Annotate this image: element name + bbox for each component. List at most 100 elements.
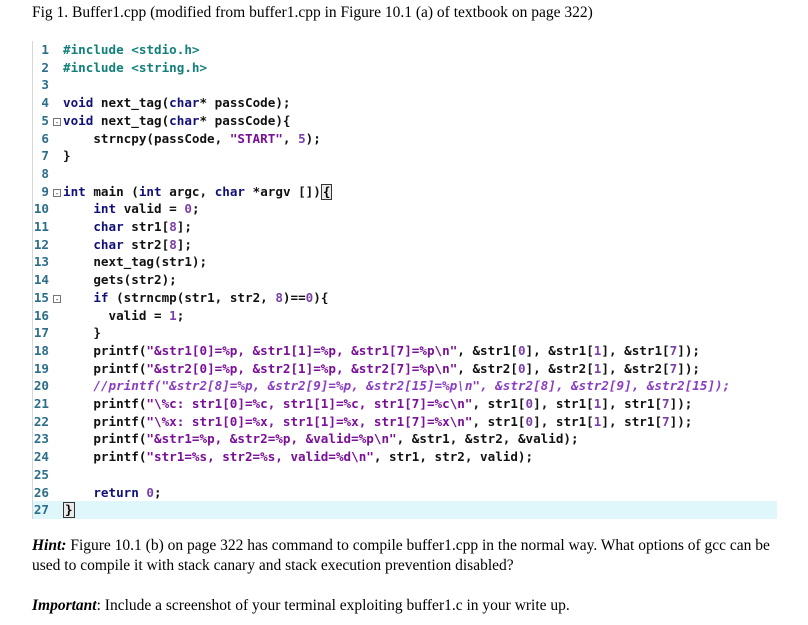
code-line[interactable]: 1 #include <stdio.h> [33,41,777,59]
code-token: printf( [63,396,147,411]
code-token: ; [154,484,162,500]
code-token: )== [282,289,306,305]
code-line[interactable]: 25 [33,466,777,484]
line-number: 23 [33,431,49,447]
code-text: printf("\%x: str1[0]=%x, str1[1]=%x, str… [63,413,692,431]
code-token: printf( [63,342,147,358]
code-token: gets(str2); [63,272,177,288]
code-token: { [320,183,333,200]
code-token: #include <stdio.h> [63,42,200,57]
code-line[interactable]: 23 printf("&str1=%p, &str2=%p, &valid=%p… [33,430,777,448]
code-token: char [169,112,200,128]
gutter [53,76,65,94]
code-token: ], &str2[ [525,360,594,376]
code-token: char [93,236,132,252]
line-number: 5 [41,112,49,128]
code-token: 7 [662,413,670,429]
code-token: 1 [169,307,177,323]
code-line[interactable]: 22 printf("\%x: str1[0]=%x, str1[1]=%x, … [33,413,777,431]
code-line[interactable]: 18 printf("&str1[0]=%p, &str1[1]=%p, &st… [33,342,777,360]
code-line[interactable]: 19 printf("&str2[0]=%p, &str2[1]=%p, &st… [33,360,777,378]
code-token: return [93,484,147,500]
code-text: //printf("&str2[8]=%p, &str2[9]=%p, &str… [63,377,730,395]
code-token: "&str2[0]=%p, &str2[1]=%p, &str2[7]=%p\n… [146,360,458,376]
code-token: next_tag(str1); [63,254,208,270]
code-line[interactable]: 14 gets(str2); [33,271,777,289]
line-number: 8 [41,165,49,181]
code-token: int [63,183,94,199]
code-text: char str2[8]; [63,236,192,254]
code-line[interactable]: 8 [33,165,777,183]
code-token: * passCode){ [199,112,291,128]
figure-caption: Fig 1. Buffer1.cpp (modified from buffer… [32,4,593,21]
code-token: void [63,95,101,111]
code-token: , str1, str2, valid); [373,449,534,465]
code-token: if [93,289,117,305]
code-line[interactable]: 7} [33,147,777,165]
line-number: 2 [41,59,49,75]
line-number: 1 [41,42,49,57]
code-line[interactable]: 17 } [33,324,777,342]
code-line[interactable]: 4 void next_tag(char* passCode); [33,94,777,112]
code-text: #include <stdio.h> [63,41,199,59]
code-line[interactable]: 21 printf("\%c: str1[0]=%c, str1[1]=%c, … [33,395,777,413]
code-token: (strncmp(str1, str2, [116,289,276,305]
line-number: 3 [41,77,49,93]
line-number: 22 [33,413,49,429]
code-line[interactable]: 10 int valid = 0; [33,200,777,218]
code-line[interactable]: 16 valid = 1; [33,307,777,325]
code-line[interactable]: 5- void next_tag(char* passCode){ [33,112,777,130]
line-number: 14 [33,272,49,288]
code-line[interactable]: 11 char str1[8]; [33,218,777,236]
code-token: next_tag( [100,95,170,111]
important-label: Important [32,597,97,614]
code-token: ; [191,201,200,217]
code-line[interactable]: 26 return 0; [33,484,777,502]
code-line[interactable]: 15- if (strncmp(str1, str2, 8)==0){ [33,289,777,307]
code-line[interactable]: 27} [33,501,777,520]
code-text: } [63,324,101,342]
code-token: ], str1[ [601,413,663,429]
code-token: ], &str1[ [601,342,670,358]
code-token: *argv []) [252,183,321,199]
code-token: "\%c: str1[0]=%c, str1[1]=%c, str1[7]=%c… [146,396,473,411]
code-line[interactable]: 24 printf("str1=%s, str2=%s, valid=%d\n"… [33,448,777,466]
code-token: 0 [517,342,526,358]
code-line[interactable]: 13 next_tag(str1); [33,253,777,271]
code-text: printf("&str1=%p, &str2=%p, &valid=%p\n"… [63,430,578,448]
code-line[interactable]: 12 char str2[8]; [33,236,777,254]
code-line[interactable]: 9- int main (int argc, char *argv []){ [33,183,777,201]
code-token: int [93,201,124,217]
line-number: 4 [41,95,49,111]
important-text: : Include a screenshot of your terminal … [96,597,570,614]
code-line[interactable]: 20 //printf("&str2[8]=%p, &str2[9]=%p, &… [33,377,777,395]
code-token: 8 [275,289,283,305]
code-token: 0 [525,413,534,429]
code-token: , &str1[ [457,342,518,358]
code-token: str1[ [131,219,170,234]
line-number: 7 [41,148,49,164]
line-number: 15 [33,289,49,305]
code-text: valid = 1; [63,307,184,325]
code-token: valid = [123,201,185,217]
code-line[interactable]: 6 strncpy(passCode, "START", 5); [33,130,777,148]
code-token: * passCode); [199,95,291,111]
code-token: "\%x: str1[0]=%x, str1[1]=%x, str1[7]=%x… [146,413,473,429]
code-token: "&str1[0]=%p, &str1[1]=%p, &str1[7]=%p\n… [146,342,458,358]
code-line[interactable]: 2 #include <string.h> [33,59,777,77]
code-token: ], &str2[ [601,360,670,376]
code-token: #include <string.h> [63,59,208,75]
code-editor[interactable]: 1 #include <stdio.h> 2 #include <string.h> 3… [32,41,777,520]
line-number: 6 [41,130,49,146]
code-token: ); [305,130,321,146]
code-token: 0 [517,360,526,376]
code-token: ]); [677,360,700,376]
gutter [53,165,65,183]
code-line[interactable]: 3 [33,76,777,94]
code-token: "START" [229,130,283,146]
code-token: , str1[ [472,413,526,429]
line-number: 10 [33,201,49,217]
code-token: ], str1[ [533,396,594,411]
